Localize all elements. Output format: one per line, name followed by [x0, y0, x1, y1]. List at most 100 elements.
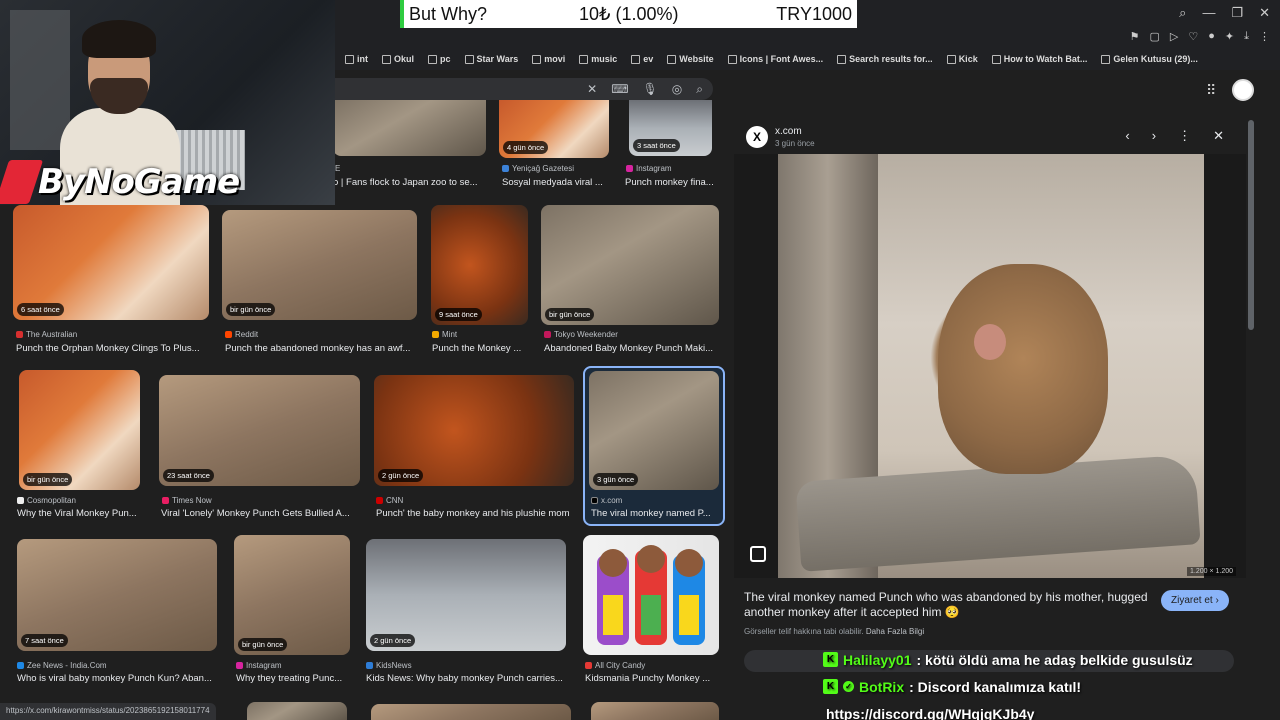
preview-site[interactable]: x.com	[775, 126, 802, 137]
result-caption[interactable]: Punch the abandoned monkey has an awf...	[225, 343, 417, 354]
bookmark-item[interactable]: Star Wars	[464, 54, 519, 64]
result-source: CNN	[376, 496, 403, 505]
status-url: https://x.com/kirawontmiss/status/202386…	[0, 703, 216, 720]
bookmark-item[interactable]: pc	[428, 54, 451, 64]
result-caption[interactable]: Punch monkey fina...	[625, 177, 720, 188]
search-tabs-icon[interactable]: ⌕	[1179, 5, 1186, 21]
result-thumbnail[interactable]	[333, 100, 486, 156]
avatar[interactable]	[1232, 79, 1254, 101]
bookmark-item[interactable]: ev	[631, 54, 653, 64]
license-text: Görseller telif hakkına tabi olabilir.	[744, 627, 864, 636]
cnn-icon	[376, 497, 383, 504]
result-thumbnail[interactable]: 3 saat önce	[629, 100, 712, 156]
result-thumbnail[interactable]	[583, 535, 719, 655]
download-icon[interactable]: ⤓	[1244, 30, 1249, 43]
result-thumbnail[interactable]	[591, 702, 719, 720]
menu-icon[interactable]: ⋮	[1259, 30, 1270, 43]
bookmark-item[interactable]: movi	[532, 54, 565, 64]
bookmark-label: int	[357, 54, 368, 64]
result-thumbnail[interactable]: bir gün önce	[234, 535, 350, 655]
result-thumbnail[interactable]: bir gün önce	[541, 205, 719, 325]
result-caption[interactable]: Who is viral baby monkey Punch Kun? Aban…	[17, 673, 217, 684]
result-caption[interactable]: Abandoned Baby Monkey Punch Maki...	[544, 343, 719, 354]
result-caption[interactable]: Kids News: Why baby monkey Punch carries…	[366, 673, 566, 684]
clear-icon[interactable]: ✕	[587, 82, 597, 96]
result-source: Tokyo Weekender	[544, 330, 618, 339]
result-caption[interactable]: Punch the Monkey ...	[432, 343, 530, 354]
bookmark-item[interactable]: Search results for...	[837, 54, 933, 64]
result-caption[interactable]: Punch the Orphan Monkey Clings To Plus..…	[16, 343, 212, 354]
preview-time: 3 gün önce	[775, 139, 815, 148]
apps-grid-icon[interactable]: ⠿	[1206, 82, 1216, 99]
result-source: Reddit	[225, 330, 258, 339]
result-caption[interactable]: Viral 'Lonely' Monkey Punch Gets Bullied…	[161, 508, 359, 519]
close-icon[interactable]: ✕	[1213, 128, 1224, 144]
time-badge: 3 saat önce	[633, 139, 680, 152]
result-thumbnail[interactable]: 23 saat önce	[159, 375, 360, 486]
result-caption[interactable]: Why the Viral Monkey Pun...	[17, 508, 142, 519]
bookmark-item[interactable]: int	[345, 54, 368, 64]
result-thumbnail[interactable]: 7 saat önce	[17, 539, 217, 651]
bookmark-item[interactable]: music	[579, 54, 617, 64]
result-thumbnail[interactable]: 2 gün önce	[366, 539, 566, 651]
license-link[interactable]: Daha Fazla Bilgi	[866, 627, 924, 636]
search-icon[interactable]: ⌕	[696, 82, 703, 97]
more-options-icon[interactable]: ⋮	[1178, 128, 1191, 144]
chat-message: K ✓ BotRix : Discord kanalımıza katıl!	[823, 673, 1280, 700]
result-thumbnail[interactable]	[371, 704, 571, 720]
bookmark-label: Star Wars	[476, 54, 519, 64]
result-thumbnail[interactable]: 4 gün önce	[499, 100, 609, 158]
bookmark-label: movi	[544, 54, 566, 64]
extension-icons: ⚑ ▢ ▷ ♡ ● ✦ ⤓ ⋮	[1130, 30, 1270, 43]
previous-icon[interactable]: ‹	[1125, 128, 1129, 144]
x-logo-icon[interactable]: X	[746, 126, 768, 148]
bookmark-icon	[727, 54, 737, 64]
result-caption[interactable]: Punch' the baby monkey and his plushie m…	[376, 508, 576, 519]
microphone-icon[interactable]: 🎙	[643, 82, 658, 96]
lens-icon[interactable]: ◎	[672, 82, 682, 96]
ticker-amount: TRY1000	[776, 3, 852, 24]
monkey-face	[974, 324, 1006, 360]
result-thumbnail[interactable]: 9 saat önce	[431, 205, 528, 325]
time-badge: 2 gün önce	[370, 634, 416, 647]
result-thumbnail[interactable]: 3 gün önce	[589, 371, 719, 490]
screenshot-icon[interactable]: ▢	[1150, 30, 1160, 43]
close-window-icon[interactable]: ✕	[1259, 5, 1270, 21]
bookmark-item[interactable]: Gelen Kutusu (29)...	[1101, 54, 1198, 64]
scrollbar[interactable]	[1248, 120, 1254, 330]
visit-button[interactable]: Ziyaret et ›	[1161, 590, 1229, 611]
google-lens-icon[interactable]	[750, 546, 766, 562]
minimize-icon[interactable]: —	[1202, 5, 1215, 21]
keyboard-icon[interactable]: ⌨	[611, 82, 628, 96]
result-thumbnail[interactable]: bir gün önce	[222, 210, 417, 320]
result-caption[interactable]: o | Fans flock to Japan zoo to se...	[333, 177, 488, 188]
folder-icon	[667, 54, 677, 64]
result-caption[interactable]: Sosyal medyada viral ...	[502, 177, 612, 188]
bookmark-item[interactable]: How to Watch Bat...	[991, 54, 1087, 64]
monkey-photo[interactable]	[778, 154, 1204, 578]
tokyo-weekender-icon	[544, 331, 551, 338]
result-thumbnail[interactable]: bir gün önce	[19, 370, 140, 490]
bookmark-item[interactable]: Kick	[946, 54, 978, 64]
bookmark-item[interactable]: Website	[667, 54, 714, 64]
window-controls: ⌕ — ❐ ✕	[1179, 5, 1270, 21]
bookmark-item[interactable]: Okul	[382, 54, 414, 64]
result-source: All City Candy	[585, 661, 645, 670]
next-icon[interactable]: ›	[1152, 128, 1156, 144]
extensions-icon[interactable]: ✦	[1225, 30, 1234, 43]
result-source: Cosmopolitan	[17, 496, 76, 505]
restore-icon[interactable]: ❐	[1231, 5, 1243, 21]
play-icon[interactable]: ▷	[1170, 30, 1178, 43]
result-thumbnail[interactable]	[247, 702, 347, 720]
result-caption[interactable]: Why they treating Punc...	[236, 673, 348, 684]
vpn-icon[interactable]: ●	[1208, 30, 1215, 43]
result-thumbnail[interactable]: 6 saat önce	[13, 205, 209, 320]
result-caption[interactable]: The viral monkey named P...	[591, 508, 719, 519]
search-bar[interactable]: ✕ ⌨ 🎙 ◎ ⌕	[335, 78, 713, 100]
result-caption[interactable]: Kidsmania Punchy Monkey ...	[585, 673, 719, 684]
preview-image[interactable]: 1.200 × 1.200	[734, 154, 1246, 578]
pin-icon[interactable]: ⚑	[1130, 30, 1140, 43]
bookmark-item[interactable]: Icons | Font Awes...	[727, 54, 823, 64]
heart-icon[interactable]: ♡	[1188, 30, 1198, 43]
result-thumbnail[interactable]: 2 gün önce	[374, 375, 574, 486]
